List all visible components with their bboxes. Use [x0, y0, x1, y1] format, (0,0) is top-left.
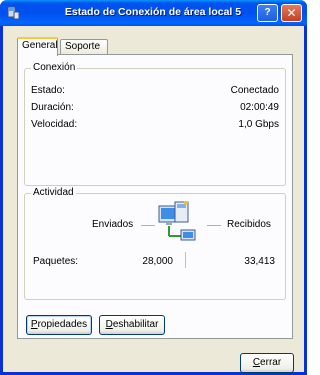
close-mnemonic: C — [252, 357, 261, 368]
help-button[interactable]: ? — [257, 4, 278, 22]
close-button[interactable]: Cerrar — [240, 353, 294, 373]
packets-received-value: 33,413 — [244, 256, 275, 267]
received-label: Recibidos — [227, 219, 271, 230]
connection-group: Conexión Estado: Conectado Duración: 02:… — [24, 62, 286, 186]
disable-mnemonic: D — [105, 319, 113, 330]
activity-group: Actividad Enviados Recibidos Paquetes: 2… — [24, 187, 286, 300]
tab-general[interactable]: General — [17, 37, 58, 56]
speed-label: Velocidad: — [31, 119, 78, 130]
status-row: Estado: Conectado — [31, 85, 279, 97]
properties-mnemonic: P — [30, 319, 38, 330]
close-label: errar — [260, 357, 282, 368]
connection-status-dialog: Estado de Conexión de área local 5 ? ✕ G… — [0, 0, 307, 375]
properties-label: ropiedades — [37, 319, 88, 330]
speed-value: 1,0 Gbps — [238, 119, 279, 130]
connection-group-title: Conexión — [31, 62, 78, 73]
disable-label: eshabilitar — [112, 319, 159, 330]
title-bar[interactable]: Estado de Conexión de área local 5 ? ✕ — [0, 0, 307, 26]
activity-group-title: Actividad — [31, 187, 76, 198]
packets-sent-value: 28,000 — [142, 256, 173, 267]
sent-line — [141, 225, 155, 226]
status-label: Estado: — [31, 85, 65, 96]
sent-label: Enviados — [92, 219, 134, 230]
close-window-button[interactable]: ✕ — [281, 4, 302, 22]
speed-row: Velocidad: 1,0 Gbps — [31, 119, 279, 131]
duration-row: Duración: 02:00:49 — [31, 102, 279, 114]
disable-button[interactable]: Deshabilitar — [99, 315, 165, 335]
duration-value: 02:00:49 — [240, 102, 279, 113]
window-title: Estado de Conexión de área local 5 — [64, 6, 242, 18]
status-value: Conectado — [230, 85, 279, 96]
duration-label: Duración: — [31, 102, 74, 113]
received-line — [207, 225, 221, 226]
packets-label: Paquetes: — [33, 256, 79, 267]
tab-support[interactable]: Soporte — [60, 39, 108, 55]
packets-divider — [185, 252, 186, 268]
properties-button[interactable]: Propiedades — [26, 315, 92, 335]
tab-panel-general: Conexión Estado: Conectado Duración: 02:… — [17, 54, 293, 339]
network-connection-icon — [7, 6, 20, 20]
network-activity-icon — [158, 201, 196, 241]
